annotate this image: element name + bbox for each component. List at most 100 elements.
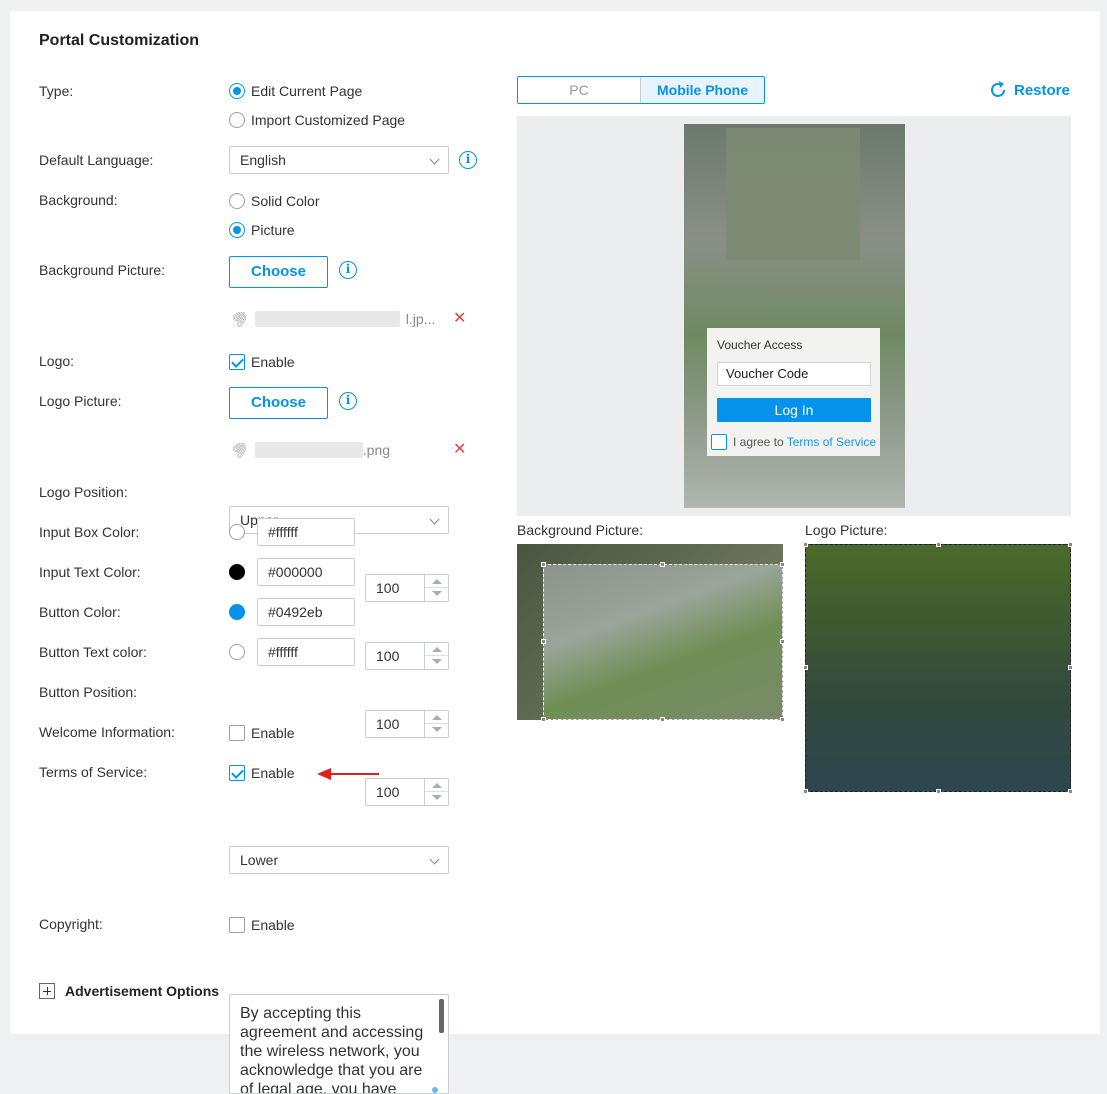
welcome-enable-checkbox[interactable] [229, 725, 245, 741]
button-text-color-label: Button Text color: [39, 644, 147, 660]
terms-of-service-textarea[interactable]: By accepting this agreement and accessin… [229, 994, 449, 1094]
tos-link[interactable]: Terms of Service [787, 435, 876, 449]
type-label: Type: [39, 83, 74, 99]
restore-button[interactable]: Restore [988, 80, 1070, 100]
crop-handle[interactable] [1068, 789, 1073, 794]
default-language-label: Default Language: [39, 152, 154, 168]
crop-handle[interactable] [541, 639, 546, 644]
tos-enable-option[interactable]: Enable [229, 765, 295, 781]
advertisement-options-toggle[interactable]: Advertisement Options [39, 983, 219, 999]
agree-row: I agree to Terms of Service [711, 434, 876, 450]
crop-handle[interactable] [803, 665, 808, 670]
radio-edit-current[interactable] [229, 83, 245, 99]
default-language-select[interactable]: English [229, 146, 449, 174]
crop-handle[interactable] [780, 562, 785, 567]
crop-handle[interactable] [660, 562, 665, 567]
device-tabs: PC Mobile Phone [517, 76, 765, 104]
button-text-color-field[interactable]: #ffffff [257, 638, 355, 666]
voucher-card: Voucher Access Voucher Code Log In I agr… [707, 328, 880, 456]
background-file: 🖇 l.jp... [228, 306, 435, 330]
logo-picture-cropper[interactable] [803, 542, 1073, 794]
radio-picture[interactable] [229, 222, 245, 238]
background-picture-cropper[interactable] [517, 544, 785, 722]
delete-background-file-icon[interactable]: ✕ [453, 308, 466, 328]
crop-region[interactable] [543, 564, 783, 720]
crop-handle[interactable] [1068, 542, 1073, 547]
crop-handle[interactable] [541, 717, 546, 722]
plus-icon [39, 983, 55, 999]
crop-handle[interactable] [1068, 665, 1073, 670]
copyright-enable-option[interactable]: Enable [229, 917, 295, 933]
button-color-field[interactable]: #0492eb [257, 598, 355, 626]
input-text-color-swatch[interactable] [229, 564, 245, 580]
restore-icon [991, 81, 1005, 97]
button-position-label: Button Position: [39, 684, 138, 700]
blurred-filename [254, 310, 400, 327]
tos-enable-checkbox[interactable] [229, 765, 245, 781]
button-opacity-value: 100 [376, 716, 400, 732]
logo-enable-label: Enable [251, 354, 295, 370]
logo-enable-option[interactable]: Enable [229, 354, 295, 370]
type-edit-current-option[interactable]: Edit Current Page [229, 83, 362, 99]
input-box-color-label: Input Box Color: [39, 524, 140, 540]
tab-mobile-phone[interactable]: Mobile Phone [641, 77, 764, 103]
crop-handle[interactable] [936, 542, 941, 547]
input-text-color-field[interactable]: #000000 [257, 558, 355, 586]
input-box-color-swatch[interactable] [229, 524, 245, 540]
logo-file: 🖇 .png [228, 437, 390, 461]
background-choose-button[interactable]: Choose [229, 256, 328, 288]
delete-logo-file-icon[interactable]: ✕ [453, 439, 466, 459]
input-text-opacity-stepper[interactable]: 100 [365, 642, 449, 670]
button-text-color-swatch[interactable] [229, 644, 245, 660]
tos-enable-label: Enable [251, 765, 295, 781]
crop-handle[interactable] [936, 789, 941, 794]
copyright-enable-checkbox[interactable] [229, 917, 245, 933]
crop-handle[interactable] [541, 562, 546, 567]
logo-picture-caption: Logo Picture: [805, 522, 888, 538]
crop-handle[interactable] [803, 542, 808, 547]
background-solid-option[interactable]: Solid Color [229, 193, 319, 209]
background-picture-option[interactable]: Picture [229, 222, 295, 238]
chevron-down-icon [429, 854, 440, 865]
stepper-arrows[interactable] [424, 643, 448, 669]
resize-handle[interactable] [432, 1087, 438, 1093]
crop-handle[interactable] [780, 639, 785, 644]
textarea-scrollbar[interactable] [439, 999, 444, 1033]
stepper-arrows[interactable] [424, 711, 448, 737]
info-icon[interactable]: i [339, 261, 357, 279]
radio-import-customized[interactable] [229, 112, 245, 128]
stepper-arrows[interactable] [424, 779, 448, 805]
welcome-enable-label: Enable [251, 725, 295, 741]
voucher-code-input[interactable]: Voucher Code [717, 362, 871, 386]
radio-solid-color[interactable] [229, 193, 245, 209]
type-import-option[interactable]: Import Customized Page [229, 112, 405, 128]
agree-checkbox[interactable] [711, 434, 727, 450]
button-text-opacity-stepper[interactable]: 100 [365, 778, 449, 806]
tab-pc[interactable]: PC [518, 77, 641, 103]
button-position-select[interactable]: Lower [229, 846, 449, 874]
button-opacity-stepper[interactable]: 100 [365, 710, 449, 738]
crop-handle[interactable] [660, 717, 665, 722]
restore-label: Restore [1014, 81, 1070, 99]
button-text-opacity-value: 100 [376, 784, 400, 800]
logo-enable-checkbox[interactable] [229, 354, 245, 370]
background-picture-label: Background Picture: [39, 262, 166, 278]
welcome-enable-option[interactable]: Enable [229, 725, 295, 741]
crop-handle[interactable] [803, 789, 808, 794]
logo-picture-label: Logo Picture: [39, 393, 122, 409]
background-picture-caption: Background Picture: [517, 522, 644, 538]
input-box-color-field[interactable]: #ffffff [257, 518, 355, 546]
chevron-down-icon [429, 154, 440, 165]
logo-choose-button[interactable]: Choose [229, 387, 328, 419]
info-icon[interactable]: i [459, 151, 477, 169]
default-language-value: English [240, 152, 286, 168]
input-box-opacity-value: 100 [376, 580, 400, 596]
input-text-color-label: Input Text Color: [39, 564, 141, 580]
button-color-label: Button Color: [39, 604, 121, 620]
login-button[interactable]: Log In [717, 398, 871, 422]
crop-handle[interactable] [780, 717, 785, 722]
info-icon[interactable]: i [339, 392, 357, 410]
input-box-opacity-stepper[interactable]: 100 [365, 574, 449, 602]
stepper-arrows[interactable] [424, 575, 448, 601]
button-color-swatch[interactable] [229, 604, 245, 620]
